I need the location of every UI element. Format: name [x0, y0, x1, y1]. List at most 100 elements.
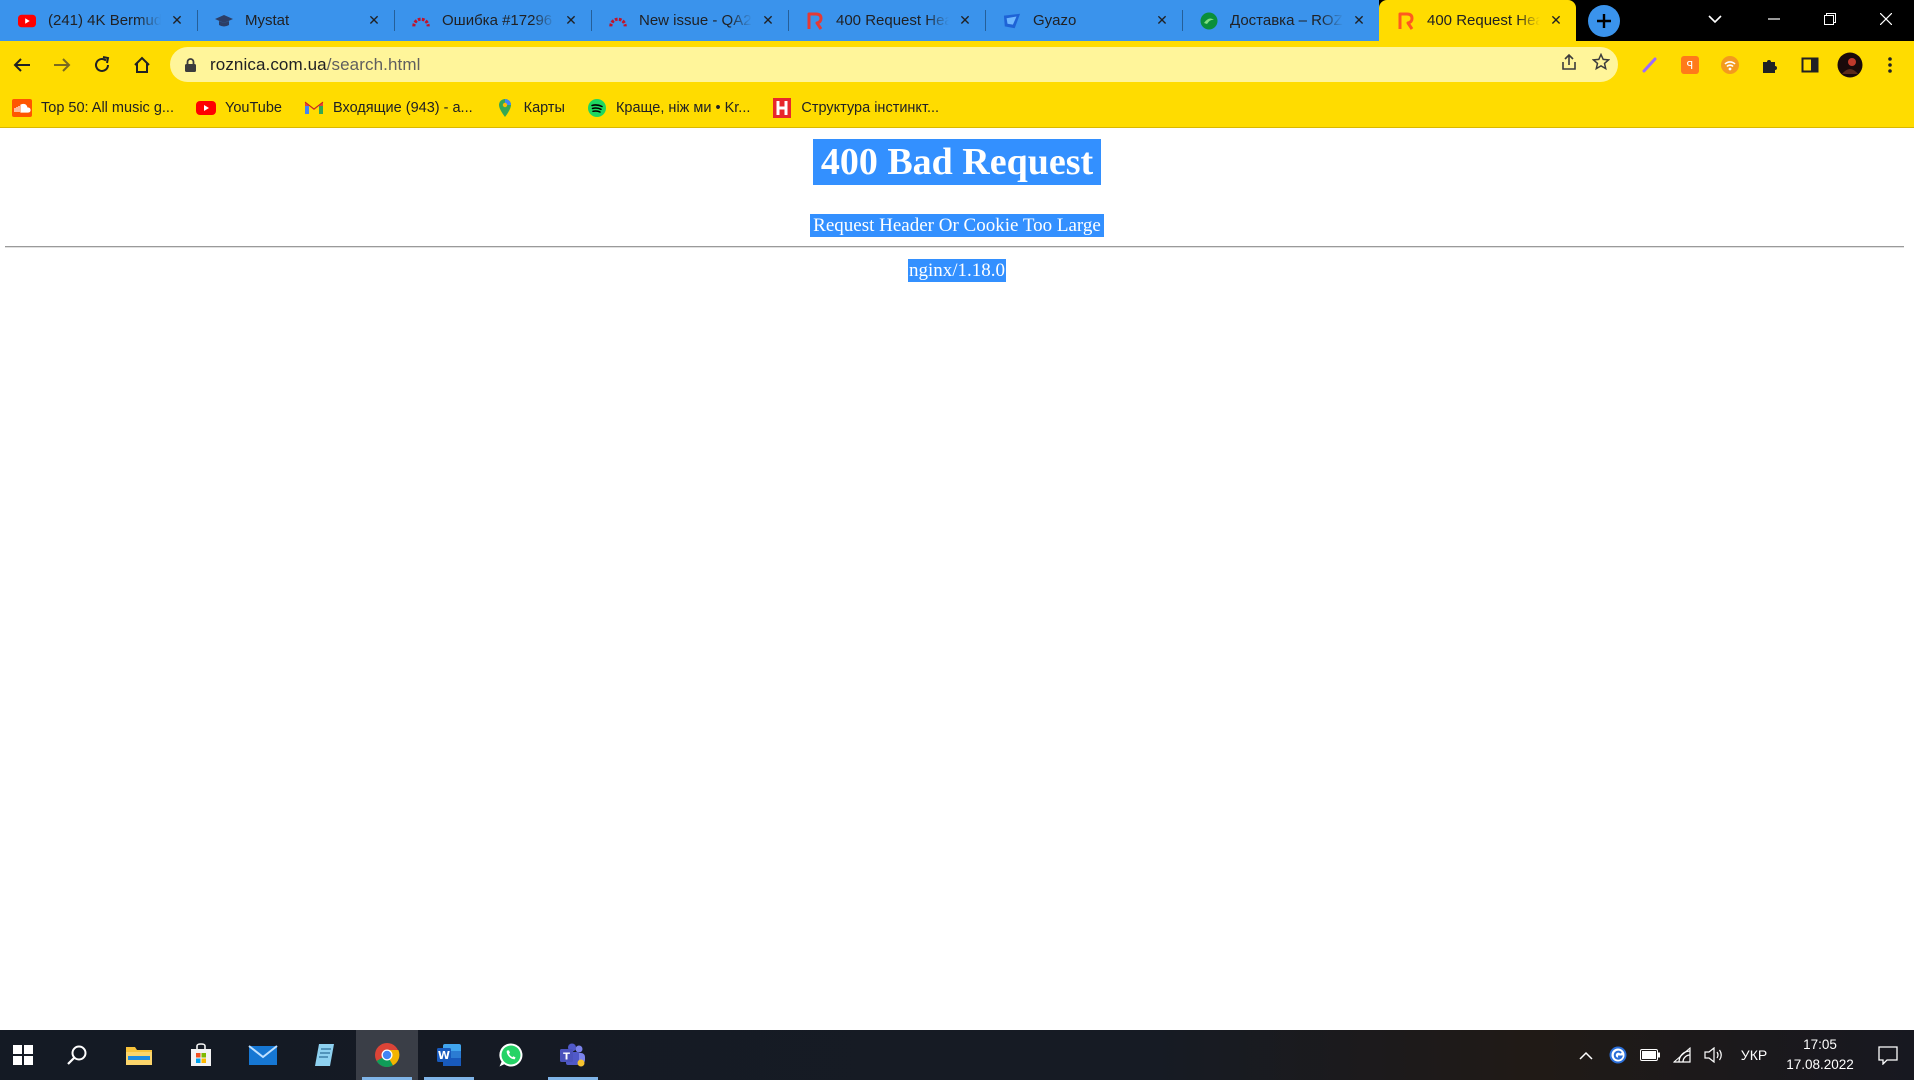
- bookmark-label: Структура інстинкт...: [801, 99, 940, 116]
- side-panel-icon[interactable]: [1790, 45, 1830, 85]
- close-icon[interactable]: ✕: [167, 11, 187, 31]
- taskbar-mail[interactable]: [232, 1030, 294, 1080]
- tab-title: Mystat: [245, 12, 290, 29]
- windows-start-icon: [13, 1045, 33, 1065]
- tab-title: (241) 4K Bermuda: [48, 12, 161, 29]
- taskbar-search-button[interactable]: [46, 1030, 108, 1080]
- tab-redmine-error[interactable]: Ошибка #17296 ✕: [394, 0, 591, 41]
- microsoft-store-icon: [191, 1043, 211, 1066]
- tab-list: (241) 4K Bermuda ✕ Mystat ✕ Ошибка #1729…: [0, 0, 1576, 41]
- profile-avatar[interactable]: [1830, 45, 1870, 85]
- pen-extension-icon[interactable]: [1630, 45, 1670, 85]
- wifi-icon[interactable]: [1666, 1030, 1698, 1080]
- tab-redmine-new-issue[interactable]: New issue - QA2 ✕: [591, 0, 788, 41]
- chevron-down-icon: [1708, 15, 1722, 24]
- restore-button[interactable]: [1802, 0, 1858, 38]
- taskbar-file-explorer[interactable]: [108, 1030, 170, 1080]
- lock-icon[interactable]: [170, 57, 210, 72]
- tab-title: Gyazo: [1033, 12, 1077, 29]
- bookmark-label: YouTube: [224, 99, 282, 116]
- minimize-button[interactable]: [1746, 0, 1802, 38]
- maps-pin-icon: [495, 98, 515, 117]
- graduation-cap-icon: [215, 12, 233, 30]
- close-icon[interactable]: ✕: [364, 11, 384, 31]
- plus-icon: [1597, 14, 1611, 28]
- translate-extension-icon[interactable]: ꟼ: [1670, 45, 1710, 85]
- close-icon[interactable]: ✕: [1546, 11, 1566, 31]
- gyazo-icon: [1003, 12, 1021, 30]
- teams-icon: T: [560, 1043, 585, 1067]
- svg-text:T: T: [563, 1052, 570, 1063]
- volume-icon[interactable]: [1698, 1030, 1730, 1080]
- tab-title: 400 Request Hea: [836, 12, 949, 29]
- taskbar-word[interactable]: W: [418, 1030, 480, 1080]
- vpn-extension-icon[interactable]: [1710, 45, 1750, 85]
- url-path: /search.html: [326, 54, 421, 74]
- whatsapp-icon: [499, 1043, 523, 1067]
- tab-delivery[interactable]: Доставка – ROZE ✕: [1182, 0, 1379, 41]
- taskbar-whatsapp[interactable]: [480, 1030, 542, 1080]
- taskbar-teams[interactable]: T: [542, 1030, 604, 1080]
- forward-button[interactable]: [42, 45, 82, 85]
- tab-400-request-1[interactable]: 400 Request Hea ✕: [788, 0, 985, 41]
- close-icon[interactable]: ✕: [561, 11, 581, 31]
- server-row: nginx/1.18.0: [0, 259, 1914, 282]
- taskbar-chrome[interactable]: [356, 1030, 418, 1080]
- bookmark-gmail[interactable]: Входящие (943) - a...: [302, 94, 481, 122]
- close-icon[interactable]: ✕: [1152, 11, 1172, 31]
- chrome-icon: [375, 1043, 400, 1068]
- tray-overflow-chevron-icon[interactable]: [1570, 1030, 1602, 1080]
- input-language-indicator[interactable]: УКР: [1730, 1047, 1778, 1063]
- youtube-icon: [195, 99, 216, 117]
- close-window-button[interactable]: [1858, 0, 1914, 38]
- taskbar-notepad[interactable]: [294, 1030, 356, 1080]
- tab-mystat[interactable]: Mystat ✕: [197, 0, 394, 41]
- svg-text:ꟼ: ꟼ: [1687, 59, 1694, 72]
- tab-400-request-active[interactable]: 400 Request Hea ✕: [1379, 0, 1576, 41]
- rozetka-icon: [1397, 12, 1415, 30]
- home-button[interactable]: [122, 45, 162, 85]
- error-message: Request Header Or Cookie Too Large: [810, 214, 1104, 237]
- file-explorer-icon: [126, 1047, 152, 1065]
- error-heading: 400 Bad Request: [812, 139, 1102, 185]
- address-bar[interactable]: roznica.com.ua/search.html: [170, 47, 1618, 82]
- divider: [5, 246, 1904, 248]
- close-icon[interactable]: ✕: [758, 11, 778, 31]
- new-tab-button[interactable]: [1588, 5, 1620, 37]
- clock-time: 17:05: [1803, 1037, 1837, 1052]
- close-icon[interactable]: ✕: [1349, 11, 1369, 31]
- word-icon: W: [437, 1044, 461, 1066]
- address-bar-actions: [1560, 47, 1611, 82]
- taskbar-microsoft-store[interactable]: [170, 1030, 232, 1080]
- tab-search-button[interactable]: [1693, 0, 1737, 38]
- gmail-icon: [304, 99, 324, 117]
- tab-youtube[interactable]: (241) 4K Bermuda ✕: [0, 0, 197, 41]
- bookmark-soundcloud[interactable]: Top 50: All music g...: [10, 94, 182, 122]
- close-icon[interactable]: ✕: [955, 11, 975, 31]
- tab-title: New issue - QA2: [639, 12, 752, 29]
- bookmark-star-icon[interactable]: [1591, 52, 1611, 76]
- battery-icon[interactable]: [1634, 1030, 1666, 1080]
- clock[interactable]: 17:05 17.08.2022: [1778, 1035, 1862, 1075]
- heading-row: 400 Bad Request: [0, 139, 1914, 185]
- bookmark-maps[interactable]: Карты: [493, 94, 573, 122]
- bookmark-label: Top 50: All music g...: [41, 99, 174, 116]
- bookmark-habr[interactable]: Структура інстинкт...: [770, 94, 947, 122]
- redmine-icon: [412, 12, 430, 30]
- bookmark-spotify[interactable]: Краще, ніж ми • Kr...: [585, 94, 758, 122]
- reload-button[interactable]: [82, 45, 122, 85]
- menu-kebab-icon[interactable]: [1870, 45, 1910, 85]
- tab-strip: (241) 4K Bermuda ✕ Mystat ✕ Ошибка #1729…: [0, 0, 1914, 41]
- share-icon[interactable]: [1560, 53, 1578, 76]
- start-button[interactable]: [0, 1030, 46, 1080]
- arrow-left-icon: [13, 57, 30, 72]
- notepad-icon: [315, 1044, 334, 1066]
- notification-center-button[interactable]: [1862, 1030, 1914, 1080]
- url-text[interactable]: roznica.com.ua/search.html: [210, 55, 420, 75]
- tray-app-icon[interactable]: [1602, 1030, 1634, 1080]
- tab-gyazo[interactable]: Gyazo ✕: [985, 0, 1182, 41]
- back-button[interactable]: [2, 45, 42, 85]
- puzzle-icon[interactable]: [1750, 45, 1790, 85]
- system-tray: УКР 17:05 17.08.2022: [1570, 1030, 1914, 1080]
- bookmark-youtube[interactable]: YouTube: [194, 94, 290, 122]
